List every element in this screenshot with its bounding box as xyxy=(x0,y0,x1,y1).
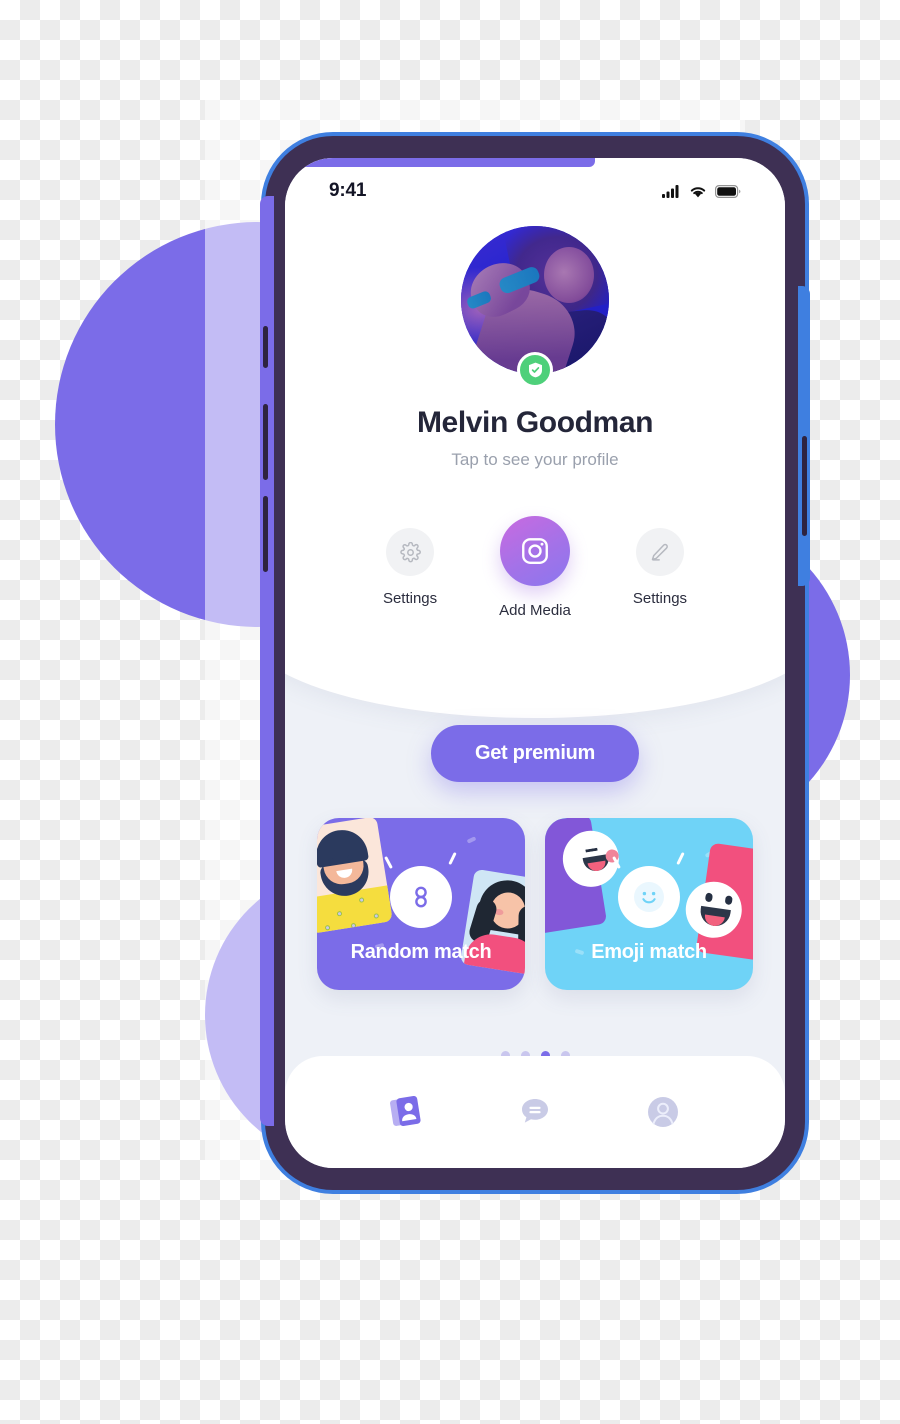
gear-icon xyxy=(386,528,435,576)
phone-mockup: 9:41 Melvin Goodman Tap to see your prof… xyxy=(260,136,810,1190)
cellular-signal-icon xyxy=(662,185,679,198)
power-button[interactable] xyxy=(802,436,807,536)
wifi-icon xyxy=(690,186,706,197)
settings-button-right[interactable]: Settings xyxy=(633,528,687,607)
quick-actions: Settings Add Media Settings xyxy=(285,516,785,619)
status-time: 9:41 xyxy=(329,180,367,201)
add-media-label: Add Media xyxy=(499,602,571,619)
camera-icon xyxy=(500,516,570,586)
shield-check-icon xyxy=(517,352,553,388)
settings-button-left[interactable]: Settings xyxy=(383,528,437,607)
user-avatar-icon xyxy=(648,1097,678,1127)
avatar[interactable] xyxy=(461,226,609,388)
phone-screen: 9:41 Melvin Goodman Tap to see your prof… xyxy=(285,158,785,1168)
person-illustration-left xyxy=(317,818,393,934)
settings-label-right: Settings xyxy=(632,590,688,607)
status-icons xyxy=(662,184,741,198)
volume-up-button[interactable] xyxy=(263,404,268,480)
nav-item-chat[interactable] xyxy=(505,1088,565,1136)
emoji-match-title: Emoji match xyxy=(591,941,707,963)
nav-item-cards[interactable] xyxy=(377,1088,437,1136)
random-match-card[interactable]: Random match xyxy=(317,818,525,990)
get-premium-button[interactable]: Get premium xyxy=(430,725,640,782)
contact-cards-icon xyxy=(390,1096,421,1126)
nav-item-profile[interactable] xyxy=(633,1088,693,1136)
chat-bubble-icon xyxy=(522,1099,548,1123)
pencil-icon xyxy=(635,528,684,576)
top-accent-bar xyxy=(285,158,595,167)
volume-down-button[interactable] xyxy=(263,496,268,572)
silent-switch[interactable] xyxy=(263,326,268,368)
add-media-button[interactable]: Add Media xyxy=(499,516,571,619)
random-match-title: Random match xyxy=(350,941,492,963)
settings-label-left: Settings xyxy=(382,590,438,607)
bottom-navigation xyxy=(285,1056,785,1168)
profile-subtitle: Tap to see your profile xyxy=(451,450,619,469)
infinity-link-icon xyxy=(390,866,452,928)
battery-icon xyxy=(715,184,741,198)
status-bar: 9:41 xyxy=(285,178,785,204)
emoji-match-card[interactable]: Emoji match xyxy=(545,818,753,990)
match-cards: Random match Emoji match xyxy=(285,818,785,990)
smiley-face-icon xyxy=(618,866,680,928)
page-title: Melvin Goodman xyxy=(416,406,654,439)
emoji-card-left xyxy=(545,818,623,936)
